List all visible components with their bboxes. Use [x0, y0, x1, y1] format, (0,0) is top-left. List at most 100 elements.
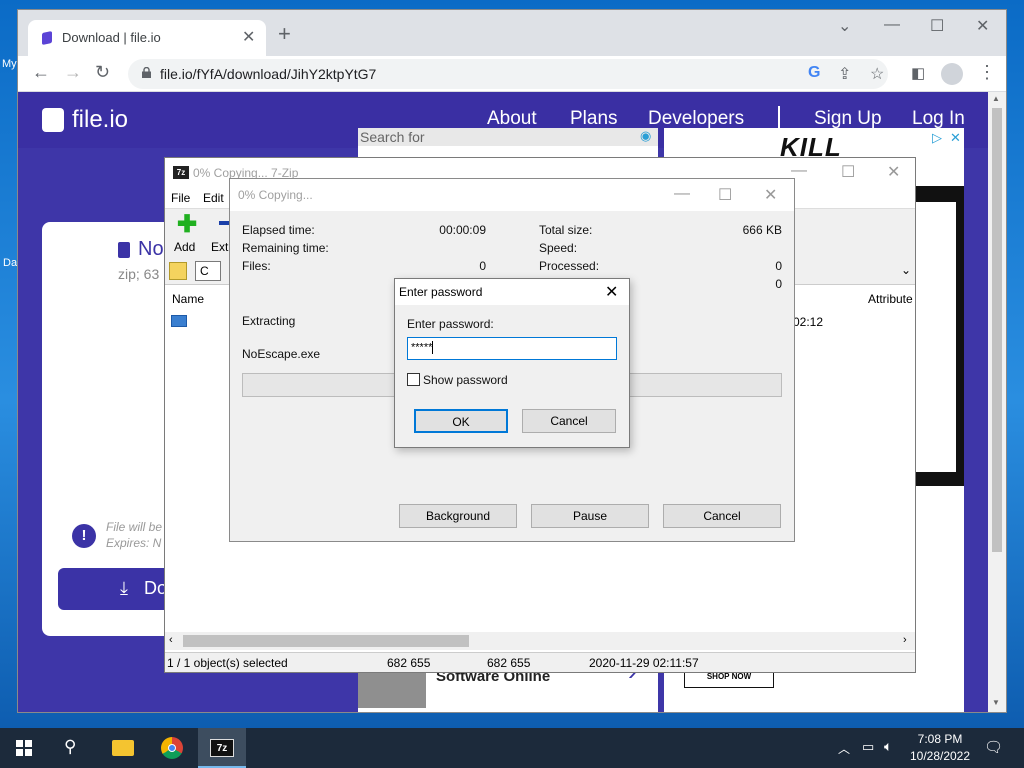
- google-icon[interactable]: G: [808, 64, 820, 82]
- add-plus-icon[interactable]: ✚: [177, 213, 197, 237]
- minimize-icon[interactable]: —: [674, 185, 690, 203]
- background-button[interactable]: Background: [399, 504, 517, 528]
- lock-icon: [142, 67, 151, 78]
- back-icon[interactable]: ←: [32, 62, 50, 83]
- ad-search-bar[interactable]: Search for ◉: [358, 128, 658, 146]
- desktop-icon-label[interactable]: Da: [3, 257, 17, 269]
- profile-avatar-icon[interactable]: [941, 63, 963, 85]
- nav-sign-up[interactable]: Sign Up: [814, 108, 882, 130]
- network-icon[interactable]: ▭: [862, 739, 874, 755]
- scroll-right-icon[interactable]: ›: [903, 634, 907, 646]
- password-dialog: Enter password ✕ Enter password: ***** S…: [394, 278, 630, 448]
- folder-up-icon[interactable]: [169, 262, 187, 280]
- reload-icon[interactable]: ↻: [95, 62, 110, 83]
- fm-status-bar: 1 / 1 object(s) selected 682 655 682 655…: [165, 652, 915, 672]
- search-button[interactable]: ⚲: [48, 728, 96, 768]
- scroll-up-icon[interactable]: ▲: [992, 94, 1000, 103]
- close-window-icon[interactable]: ✕: [976, 16, 989, 36]
- tray-chevron-up-icon[interactable]: ︿: [838, 740, 850, 757]
- scrollbar-thumb[interactable]: [992, 108, 1002, 552]
- status-packed-size: 682 655: [487, 656, 531, 670]
- elapsed-time-value: 00:00:09: [439, 223, 486, 237]
- pause-button[interactable]: Pause: [531, 504, 649, 528]
- password-input[interactable]: *****: [407, 337, 617, 360]
- forward-icon[interactable]: →: [64, 62, 82, 83]
- file-icon: [118, 242, 130, 258]
- card-note-line: File will be: [106, 520, 163, 534]
- sevenzip-icon: 7z: [210, 739, 234, 757]
- taskbar-file-explorer[interactable]: [98, 728, 146, 768]
- maximize-icon[interactable]: ☐: [841, 162, 855, 182]
- card-note-line: Expires: N: [106, 536, 162, 550]
- close-icon[interactable]: ✕: [605, 282, 618, 302]
- adchoices-icon[interactable]: ▷: [932, 130, 942, 146]
- tab-search-icon[interactable]: ⌄: [838, 16, 851, 36]
- volume-icon[interactable]: 🔈︎: [884, 738, 892, 755]
- new-tab-button[interactable]: +: [278, 23, 291, 45]
- taskbar-chrome[interactable]: [148, 728, 196, 768]
- address-field[interactable]: C: [195, 261, 221, 281]
- clock-date[interactable]: 10/28/2022: [906, 749, 974, 763]
- tab-close-icon[interactable]: ✕: [242, 27, 255, 47]
- exe-file-icon[interactable]: [171, 315, 187, 327]
- maximize-icon[interactable]: ☐: [718, 185, 732, 205]
- password-cancel-button[interactable]: Cancel: [522, 409, 616, 433]
- column-header-attributes[interactable]: Attribute: [868, 292, 913, 306]
- maximize-icon[interactable]: ☐: [930, 16, 944, 36]
- menu-kebab-icon[interactable]: ⋮: [978, 62, 996, 83]
- chevron-down-icon[interactable]: ⌄: [901, 263, 911, 277]
- nav-log-in[interactable]: Log In: [912, 108, 965, 130]
- taskbar-7zip[interactable]: 7z: [198, 728, 246, 768]
- show-password-checkbox[interactable]: [407, 373, 420, 386]
- url-text[interactable]: file.io/fYfA/download/JihY2ktpYtG7: [160, 66, 376, 82]
- page-scrollbar[interactable]: ▲ ▼: [988, 92, 1006, 712]
- notification-icon[interactable]: 🗨︎: [984, 738, 1003, 756]
- password-field-label: Enter password:: [407, 317, 494, 331]
- nav-developers[interactable]: Developers: [648, 108, 744, 130]
- share-icon[interactable]: ⇪: [838, 64, 851, 84]
- toolbar-add-label[interactable]: Add: [174, 240, 195, 254]
- nav-about[interactable]: About: [487, 108, 537, 130]
- processed-value: 0: [775, 259, 782, 273]
- action-label: Extracting: [242, 314, 296, 328]
- column-header-name[interactable]: Name: [172, 292, 204, 306]
- menu-edit[interactable]: Edit: [203, 191, 224, 205]
- folder-icon: [112, 740, 134, 756]
- clock-time[interactable]: 7:08 PM: [906, 732, 974, 746]
- scrollbar-thumb[interactable]: [183, 635, 469, 647]
- fm-horizontal-scrollbar[interactable]: ‹ ›: [165, 632, 915, 650]
- desktop-icon-label[interactable]: My: [2, 58, 17, 70]
- address-bar[interactable]: file.io/fYfA/download/JihY2ktpYtG7 G ⇪ ☆: [128, 59, 888, 89]
- files-label: Files:: [242, 259, 271, 273]
- ok-button[interactable]: OK: [414, 409, 508, 433]
- start-button[interactable]: [0, 728, 48, 768]
- password-title-bar[interactable]: Enter password ✕: [395, 279, 629, 305]
- close-window-icon[interactable]: ✕: [764, 185, 777, 205]
- ad-close-icon[interactable]: ✕: [950, 130, 961, 146]
- nav-plans[interactable]: Plans: [570, 108, 618, 130]
- fileio-favicon-icon: [42, 30, 52, 46]
- card-file-name: No: [138, 238, 164, 260]
- nav-divider: [778, 106, 780, 130]
- files-value: 0: [479, 259, 486, 273]
- progress-title: 0% Copying...: [238, 188, 313, 202]
- address-text: C: [200, 264, 209, 278]
- minimize-icon[interactable]: —: [884, 16, 900, 34]
- download-icon: ⤓: [120, 578, 128, 598]
- total-size-label: Total size:: [539, 223, 593, 237]
- file-row-date[interactable]: 02:12: [793, 315, 823, 329]
- scroll-down-icon[interactable]: ▼: [992, 698, 1000, 707]
- bookmark-star-icon[interactable]: ☆: [870, 64, 884, 84]
- menu-file[interactable]: File: [171, 191, 190, 205]
- tab-strip: Download | file.io ✕ + ⌄ — ☐ ✕: [18, 10, 1006, 56]
- browser-tab[interactable]: Download | file.io ✕: [28, 20, 266, 56]
- scroll-left-icon[interactable]: ‹: [169, 634, 173, 646]
- side-panel-icon[interactable]: ◧: [911, 64, 925, 82]
- show-password-label[interactable]: Show password: [423, 373, 508, 387]
- close-window-icon[interactable]: ✕: [887, 162, 900, 182]
- site-logo-text[interactable]: file.io: [72, 106, 128, 134]
- fileio-logo-icon[interactable]: [42, 108, 64, 132]
- cancel-button[interactable]: Cancel: [663, 504, 781, 528]
- ad-eye-icon[interactable]: ◉: [640, 128, 651, 144]
- progress-title-bar[interactable]: 0% Copying... — ☐ ✕: [230, 179, 794, 211]
